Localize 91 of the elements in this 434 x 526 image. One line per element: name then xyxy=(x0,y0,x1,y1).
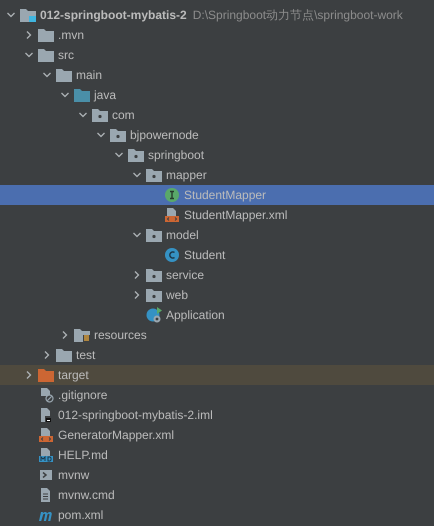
chevron-right-icon[interactable] xyxy=(132,290,142,300)
markdown-file-icon xyxy=(38,447,54,463)
source-folder-icon xyxy=(74,88,90,102)
tree-row[interactable]: .gitignore xyxy=(0,385,434,405)
item-name: model xyxy=(166,227,199,244)
item-name: web xyxy=(166,287,188,304)
tree-row[interactable]: main xyxy=(0,65,434,85)
item-name: Student xyxy=(184,247,226,264)
tree-row[interactable]: .mvn xyxy=(0,25,434,45)
tree-row[interactable]: src xyxy=(0,45,434,65)
item-name: src xyxy=(58,47,74,64)
chevron-right-icon[interactable] xyxy=(132,270,142,280)
item-name: resources xyxy=(94,327,147,344)
folder-icon xyxy=(38,28,54,42)
item-name: pom.xml xyxy=(58,507,104,524)
chevron-right-icon[interactable] xyxy=(60,330,70,340)
tree-row[interactable]: 012-springboot-mybatis-2.iml xyxy=(0,405,434,425)
spring-class-icon xyxy=(146,307,162,323)
package-icon xyxy=(146,288,162,302)
tree-row[interactable]: web xyxy=(0,285,434,305)
item-name: mvnw xyxy=(58,467,90,484)
tree-row[interactable]: resources xyxy=(0,325,434,345)
item-name: .gitignore xyxy=(58,387,108,404)
chevron-down-icon[interactable] xyxy=(24,50,34,60)
resources-folder-icon xyxy=(74,328,90,342)
tree-row[interactable]: mvnw xyxy=(0,465,434,485)
item-name: 012-springboot-mybatis-2.iml xyxy=(58,407,213,424)
xml-file-icon xyxy=(164,207,180,223)
item-name: target xyxy=(58,367,89,384)
item-name: bjpowernode xyxy=(130,127,199,144)
item-name: main xyxy=(76,67,102,84)
chevron-right-icon[interactable] xyxy=(24,370,34,380)
item-name: java xyxy=(94,87,116,104)
package-icon xyxy=(92,108,108,122)
interface-icon xyxy=(164,187,180,203)
tree-row[interactable]: model xyxy=(0,225,434,245)
tree-row[interactable]: HELP.md xyxy=(0,445,434,465)
folder-icon xyxy=(38,368,54,382)
chevron-down-icon[interactable] xyxy=(60,90,70,100)
item-name: HELP.md xyxy=(58,447,108,464)
chevron-down-icon[interactable] xyxy=(42,70,52,80)
item-name: GeneratorMapper.xml xyxy=(58,427,174,444)
item-name: StudentMapper xyxy=(184,187,266,204)
folder-icon xyxy=(56,348,72,362)
tree-row[interactable]: mvnw.cmd xyxy=(0,485,434,505)
module-file-icon xyxy=(38,407,54,423)
package-icon xyxy=(110,128,126,142)
chevron-down-icon[interactable] xyxy=(132,230,142,240)
tree-row[interactable]: com xyxy=(0,105,434,125)
tree-row[interactable]: StudentMapper.xml xyxy=(0,205,434,225)
chevron-down-icon[interactable] xyxy=(132,170,142,180)
chevron-right-icon[interactable] xyxy=(24,30,34,40)
item-name: mvnw.cmd xyxy=(58,487,115,504)
item-name: com xyxy=(112,107,135,124)
tree-row[interactable]: bjpowernode xyxy=(0,125,434,145)
chevron-right-icon[interactable] xyxy=(42,350,52,360)
item-name: mapper xyxy=(166,167,207,184)
tree-row[interactable]: GeneratorMapper.xml xyxy=(0,425,434,445)
tree-row[interactable]: springboot xyxy=(0,145,434,165)
package-icon xyxy=(146,228,162,242)
item-name: springboot xyxy=(148,147,204,164)
tree-row[interactable]: java xyxy=(0,85,434,105)
tree-row[interactable]: Student xyxy=(0,245,434,265)
chevron-down-icon[interactable] xyxy=(96,130,106,140)
project-path: D:\Springboot动力节点\springboot-work xyxy=(192,7,403,24)
package-icon xyxy=(128,148,144,162)
class-icon xyxy=(164,247,180,263)
item-name: service xyxy=(166,267,204,284)
tree-row[interactable]: mapper xyxy=(0,165,434,185)
item-name: 012-springboot-mybatis-2 xyxy=(40,7,187,24)
ignored-file-icon xyxy=(38,387,54,403)
module-folder-icon xyxy=(20,8,36,22)
tree-row[interactable]: service xyxy=(0,265,434,285)
chevron-down-icon[interactable] xyxy=(6,10,16,20)
item-name: Application xyxy=(166,307,225,324)
tree-row[interactable]: test xyxy=(0,345,434,365)
terminal-icon xyxy=(38,467,54,483)
folder-icon xyxy=(56,68,72,82)
item-name: .mvn xyxy=(58,27,84,44)
package-icon xyxy=(146,168,162,182)
folder-icon xyxy=(38,48,54,62)
item-name: test xyxy=(76,347,96,364)
chevron-down-icon[interactable] xyxy=(114,150,124,160)
package-icon xyxy=(146,268,162,282)
xml-file-icon xyxy=(38,427,54,443)
item-name: StudentMapper.xml xyxy=(184,207,288,224)
tree-row[interactable]: Application xyxy=(0,305,434,325)
tree-row[interactable]: pom.xml xyxy=(0,505,434,525)
chevron-down-icon[interactable] xyxy=(78,110,88,120)
tree-row[interactable]: target xyxy=(0,365,434,385)
tree-row[interactable]: 012-springboot-mybatis-2 D:\Springboot动力节点\springboot-work xyxy=(0,5,434,25)
